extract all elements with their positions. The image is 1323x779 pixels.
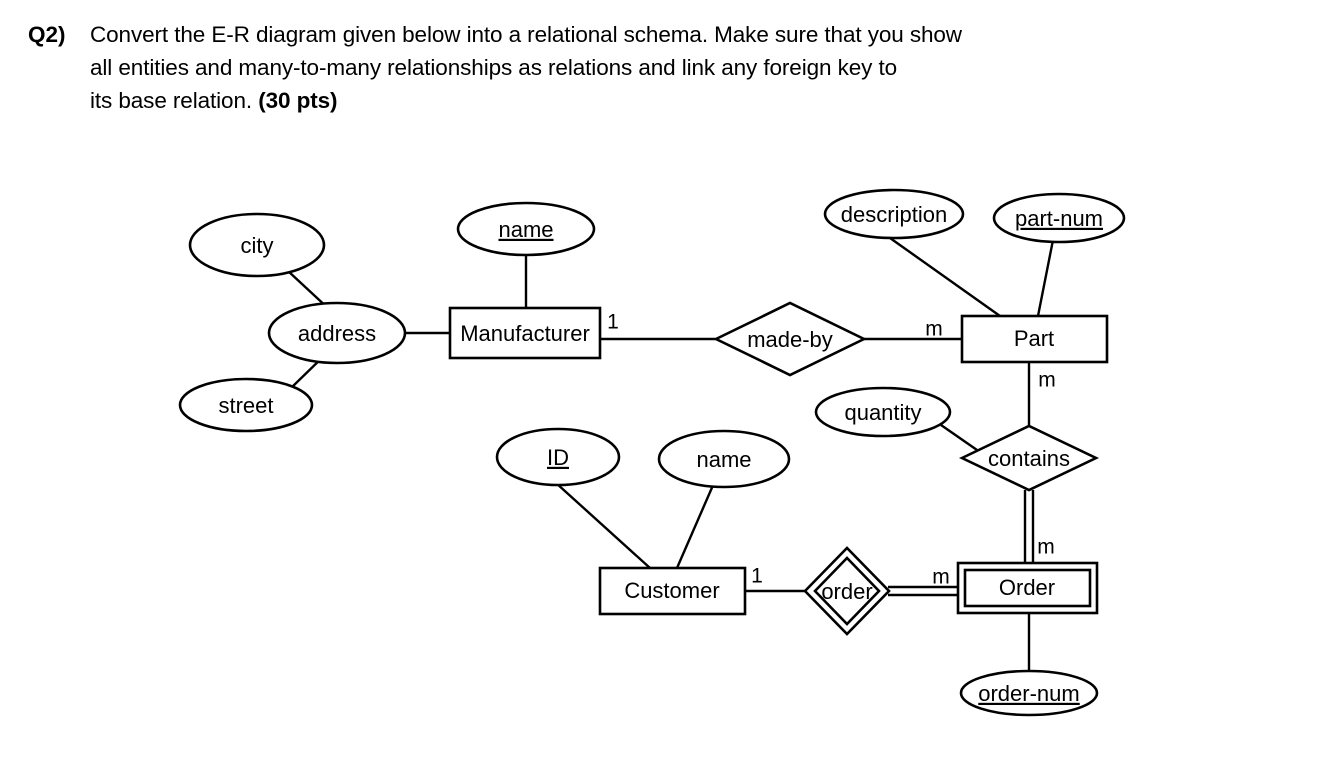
attribute-label: description bbox=[841, 202, 947, 227]
cardinality-part-contains: m bbox=[1038, 369, 1056, 392]
attribute-label: address bbox=[298, 321, 376, 346]
attribute-part-num[interactable]: part-num bbox=[992, 192, 1126, 244]
attribute-manufacturer-name[interactable]: name bbox=[456, 201, 596, 257]
attribute-label: street bbox=[218, 393, 273, 418]
edge-custname-customer bbox=[675, 482, 716, 569]
attribute-label: name bbox=[696, 447, 751, 472]
relationship-contains[interactable]: contains bbox=[958, 424, 1100, 492]
entity-order[interactable]: Order bbox=[956, 561, 1099, 615]
entity-label: Order bbox=[999, 575, 1055, 600]
edge-quantity-contains bbox=[940, 424, 978, 451]
attribute-label: ID bbox=[547, 445, 569, 470]
cardinality-manufacturer-madeby: 1 bbox=[607, 311, 619, 334]
attribute-street[interactable]: street bbox=[178, 377, 314, 433]
relationship-label: contains bbox=[988, 446, 1070, 471]
attribute-label: part-num bbox=[1015, 206, 1103, 231]
relationship-label: order bbox=[821, 579, 872, 604]
cardinality-customer-orderrel: 1 bbox=[751, 565, 763, 588]
attribute-quantity[interactable]: quantity bbox=[814, 386, 952, 438]
cardinality-orderrel-order: m bbox=[932, 566, 950, 589]
relationship-made-by[interactable]: made-by bbox=[713, 301, 867, 377]
attribute-label: order-num bbox=[978, 681, 1079, 706]
entity-label: Part bbox=[1014, 326, 1054, 351]
attribute-order-num[interactable]: order-num bbox=[959, 669, 1099, 717]
entity-customer[interactable]: Customer bbox=[598, 566, 747, 616]
entity-part[interactable]: Part bbox=[960, 314, 1109, 364]
attribute-address[interactable]: address bbox=[267, 301, 407, 365]
er-diagram-page: Q2) Convert the E-R diagram given below … bbox=[0, 0, 1323, 779]
entity-manufacturer[interactable]: Manufacturer bbox=[448, 306, 602, 360]
attribute-city[interactable]: city bbox=[188, 212, 326, 278]
cardinality-contains-order: m bbox=[1037, 536, 1055, 559]
attribute-label: quantity bbox=[844, 400, 921, 425]
relationship-label: made-by bbox=[747, 327, 833, 352]
er-diagram-canvas: city street address name description par bbox=[0, 0, 1323, 779]
attribute-customer-name[interactable]: name bbox=[657, 429, 791, 489]
attribute-description[interactable]: description bbox=[823, 188, 965, 240]
attribute-label: name bbox=[498, 217, 553, 242]
cardinality-madeby-part: m bbox=[925, 318, 943, 341]
relationship-order[interactable]: order bbox=[803, 546, 891, 636]
attribute-customer-id[interactable]: ID bbox=[495, 427, 621, 487]
edge-partnum-part bbox=[1036, 239, 1055, 317]
edge-description-part bbox=[889, 237, 1001, 317]
edge-id-customer bbox=[555, 482, 651, 569]
attribute-label: city bbox=[241, 233, 274, 258]
entity-label: Customer bbox=[624, 578, 719, 603]
entity-label: Manufacturer bbox=[460, 321, 590, 346]
